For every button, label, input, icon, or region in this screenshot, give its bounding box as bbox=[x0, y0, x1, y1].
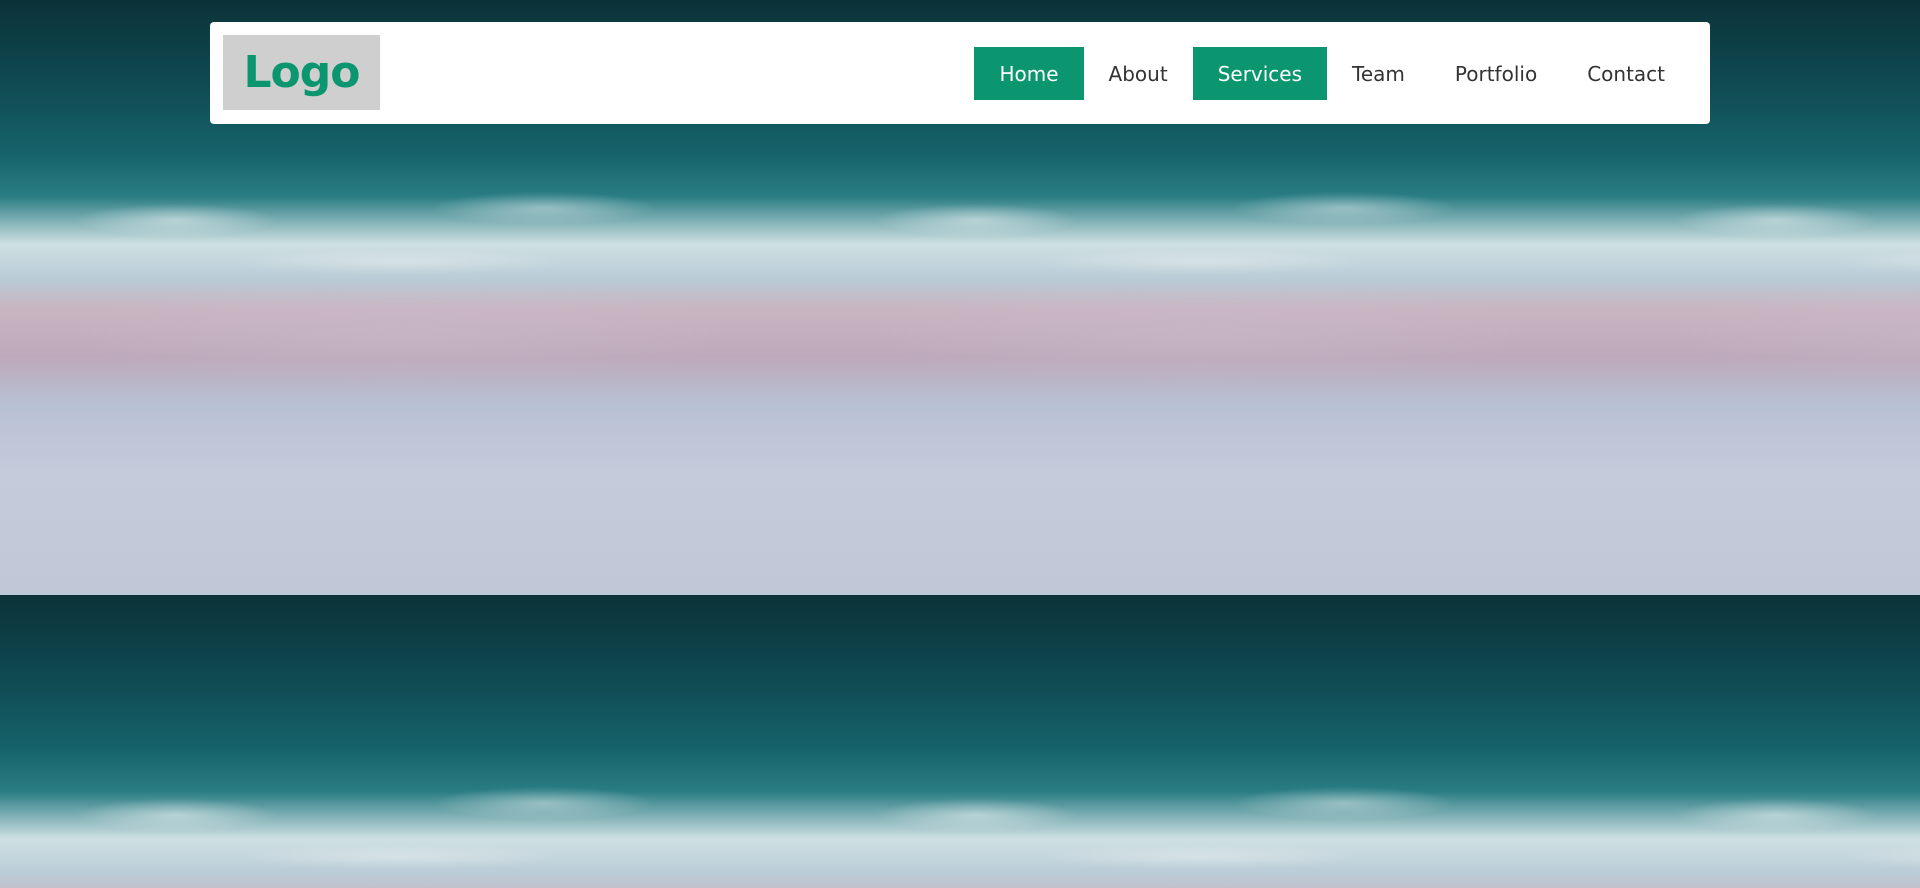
nav-item-portfolio[interactable]: Portfolio bbox=[1430, 47, 1562, 100]
nav-item-home[interactable]: Home bbox=[974, 47, 1084, 100]
nav-item-about[interactable]: About bbox=[1084, 47, 1193, 100]
nav-item-services[interactable]: Services bbox=[1192, 47, 1328, 100]
logo[interactable]: Logo bbox=[223, 35, 380, 110]
site-header: Logo Home About Services Team Portfolio … bbox=[210, 22, 1710, 124]
nav-item-contact[interactable]: Contact bbox=[1562, 47, 1690, 100]
background-wave-overlay bbox=[0, 0, 1920, 888]
main-navigation: Home About Services Team Portfolio Conta… bbox=[974, 47, 1690, 100]
nav-item-team[interactable]: Team bbox=[1327, 47, 1430, 100]
